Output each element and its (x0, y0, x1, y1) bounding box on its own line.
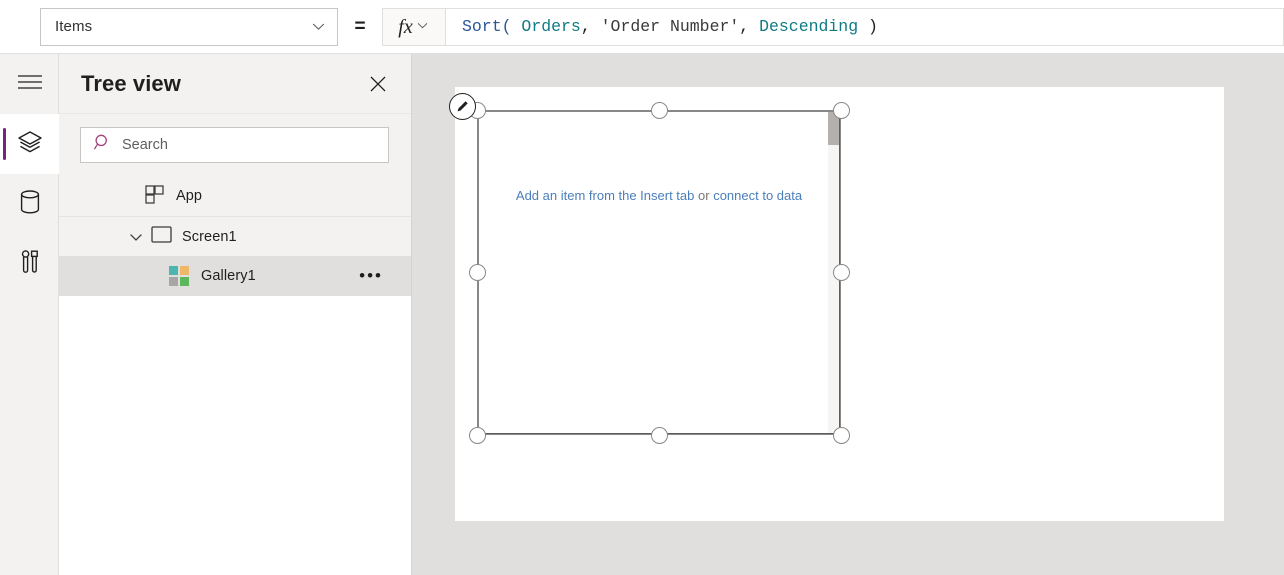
sidebar-item-insert[interactable] (0, 234, 59, 294)
resize-handle-bottom-left[interactable] (469, 427, 486, 444)
insert-tab-link[interactable]: Add an item from the Insert tab (516, 188, 694, 203)
resize-handle-top-right[interactable] (833, 102, 850, 119)
close-icon[interactable] (367, 73, 389, 95)
chevron-down-icon (417, 20, 430, 33)
tree-item-label: Screen1 (182, 229, 237, 245)
search-icon (93, 133, 112, 157)
gallery-empty-separator: or (694, 188, 713, 203)
hamburger-menu-icon (17, 74, 43, 95)
tree-list: App Screen1 Gallery1 ••• (59, 176, 411, 296)
search-container: Search (59, 114, 411, 176)
layers-icon (17, 129, 43, 160)
formula-token-identifier: Orders (521, 17, 580, 36)
resize-handle-middle-left[interactable] (469, 264, 486, 281)
formula-token-function: Sort( (462, 17, 512, 36)
sidebar-item-tree-view[interactable] (0, 114, 59, 174)
formula-input[interactable]: Sort( Orders, 'Order Number', Descending… (446, 8, 1284, 46)
resize-handle-top-center[interactable] (651, 102, 668, 119)
formula-token-space (512, 17, 522, 36)
fx-button[interactable]: fx (382, 8, 446, 46)
property-dropdown-label: Items (55, 18, 92, 35)
formula-token-punct: ) (858, 17, 878, 36)
chevron-down-icon (312, 20, 325, 33)
formula-bar: Items = fx Sort( Orders, 'Order Number',… (0, 0, 1284, 54)
tree-item-overflow-menu[interactable]: ••• (359, 271, 383, 281)
tree-item-screen1[interactable]: Screen1 (59, 216, 411, 256)
search-placeholder: Search (122, 137, 168, 153)
connect-to-data-link[interactable]: connect to data (713, 188, 802, 203)
tree-item-label: Gallery1 (201, 268, 256, 284)
formula-token-punct: , (581, 17, 601, 36)
sidebar-item-data[interactable] (0, 174, 59, 234)
resize-handle-bottom-center[interactable] (651, 427, 668, 444)
search-input[interactable]: Search (80, 127, 389, 163)
gallery-icon (169, 266, 189, 286)
insert-tools-icon (19, 249, 41, 280)
sidebar-item-menu[interactable] (0, 54, 59, 114)
tree-view-header: Tree view (59, 54, 411, 114)
equals-sign: = (338, 16, 382, 38)
tree-item-app[interactable]: App (59, 176, 411, 216)
property-dropdown[interactable]: Items (40, 8, 338, 46)
screen-icon (151, 226, 172, 247)
chevron-down-icon[interactable] (129, 230, 143, 244)
app-grid-icon (145, 185, 164, 208)
database-icon (19, 189, 41, 220)
gallery-empty-message: Add an item from the Insert tab or conne… (479, 188, 839, 203)
tree-view-panel: Tree view Search (59, 54, 412, 575)
page-title: Tree view (81, 71, 181, 97)
canvas-workspace: Add an item from the Insert tab or conne… (412, 54, 1284, 575)
formula-token-identifier: Descending (759, 17, 858, 36)
fx-glyph: fx (398, 17, 412, 37)
tree-item-label: App (176, 188, 202, 204)
tree-item-gallery1[interactable]: Gallery1 ••• (59, 256, 411, 296)
left-icon-rail (0, 54, 59, 575)
pencil-icon[interactable] (449, 93, 476, 120)
resize-handle-bottom-right[interactable] (833, 427, 850, 444)
resize-handle-middle-right[interactable] (833, 264, 850, 281)
formula-token-string: 'Order Number' (601, 17, 740, 36)
app-canvas[interactable]: Add an item from the Insert tab or conne… (455, 87, 1224, 521)
formula-token-punct: , (739, 17, 759, 36)
gallery-control[interactable]: Add an item from the Insert tab or conne… (478, 111, 840, 434)
